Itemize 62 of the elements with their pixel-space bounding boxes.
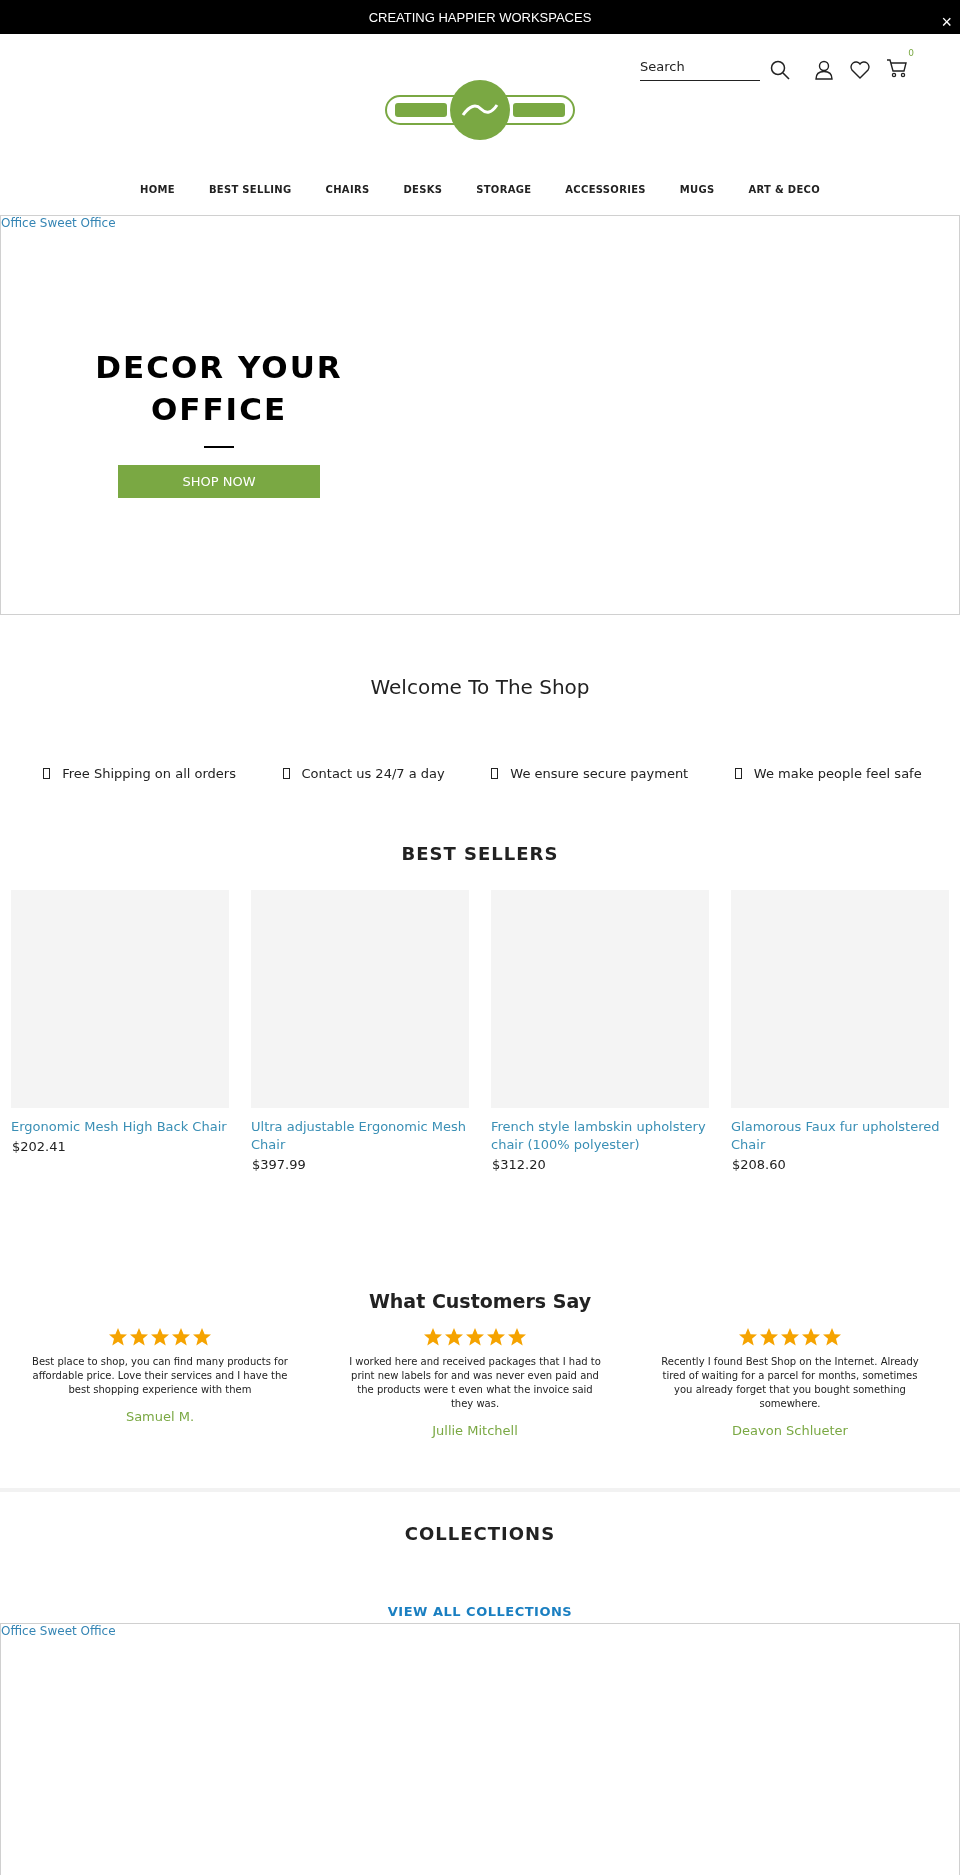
placeholder-glyph-icon xyxy=(282,768,290,779)
account-icon[interactable] xyxy=(814,60,834,80)
product-price: $202.41 xyxy=(11,1139,67,1154)
star-icon xyxy=(150,1327,170,1347)
star-icon xyxy=(822,1327,842,1347)
feature-text: Free Shipping on all orders xyxy=(62,766,236,781)
star-icon xyxy=(780,1327,800,1347)
placeholder-glyph-icon xyxy=(491,768,499,779)
product-name[interactable]: Ergonomic Mesh High Back Chair xyxy=(11,1118,229,1136)
search-field[interactable]: Search xyxy=(640,59,760,81)
star-icon xyxy=(801,1327,821,1347)
star-icon xyxy=(486,1327,506,1347)
star-icon xyxy=(108,1327,128,1347)
placeholder-glyph-icon xyxy=(734,768,742,779)
close-button[interactable]: × xyxy=(941,14,952,30)
review-text: Best place to shop, you can find many products for affordable price. Love their services and I have the best shopping experience with them xyxy=(31,1355,289,1397)
cart-count: 0 xyxy=(908,48,914,58)
view-all-link[interactable]: VIEW ALL COLLECTIONS xyxy=(0,1604,960,1619)
review-author: Deavon Schlueter xyxy=(732,1423,848,1438)
nav-link[interactable]: DESKS xyxy=(403,184,443,195)
feature-text: We make people feel safe xyxy=(753,766,922,781)
star-icon xyxy=(444,1327,464,1347)
announcement-text: CREATING HAPPIER WORKSPACES xyxy=(368,9,592,25)
star-icon xyxy=(738,1327,758,1347)
review-author: Jullie Mitchell xyxy=(432,1423,518,1438)
image-alt-link[interactable]: Office Sweet Office xyxy=(1,1624,116,1638)
product-name[interactable]: Ultra adjustable Ergonomic Mesh Chair xyxy=(251,1118,469,1154)
section-heading: BEST SELLERS xyxy=(400,843,560,864)
nav-link[interactable]: ART & DECO xyxy=(748,184,820,195)
section-heading: What Customers Say xyxy=(367,1290,593,1312)
nav-link[interactable]: HOME xyxy=(140,184,175,195)
product-price: $312.20 xyxy=(491,1157,547,1172)
review-author: Samuel M. xyxy=(125,1409,195,1424)
product-name[interactable]: French style lambskin upholstery chair (100% polyester) xyxy=(491,1118,709,1154)
nav-link[interactable]: MUGS xyxy=(679,184,715,195)
nav-link[interactable]: ACCESSORIES xyxy=(565,184,646,195)
hero-title: DECOR YOUR OFFICE xyxy=(94,348,344,429)
cart-icon[interactable] xyxy=(886,58,908,78)
star-icon xyxy=(759,1327,779,1347)
product-price: $208.60 xyxy=(731,1157,787,1172)
image-alt-link[interactable]: Office Sweet Office xyxy=(1,216,116,230)
feature-text: We ensure secure payment xyxy=(510,766,689,781)
product-price: $397.99 xyxy=(251,1157,307,1172)
star-icon xyxy=(423,1327,443,1347)
product-name[interactable]: Glamorous Faux fur upholstered Chair xyxy=(731,1118,949,1154)
star-icon xyxy=(507,1327,527,1347)
heart-icon[interactable] xyxy=(849,60,871,80)
feature-text: Contact us 24/7 a day xyxy=(301,766,445,781)
section-heading: COLLECTIONS xyxy=(403,1523,557,1544)
review-text: I worked here and received packages that I had to print new labels for and was never even paid and the products were t even what the invoice said they was. xyxy=(348,1355,602,1411)
search-icon[interactable] xyxy=(770,60,790,80)
review-text: Recently I found Best Shop on the Internet. Already tired of waiting for a parcel for months, sometimes you already forget that you bought something somewhere. xyxy=(660,1355,920,1411)
placeholder-glyph-icon xyxy=(43,768,51,779)
welcome-heading: Welcome To The Shop xyxy=(369,675,591,699)
nav-link[interactable]: CHAIRS xyxy=(325,184,370,195)
star-icon xyxy=(171,1327,191,1347)
nav-link[interactable]: STORAGE xyxy=(476,184,532,195)
star-icon xyxy=(129,1327,149,1347)
star-icon xyxy=(465,1327,485,1347)
logo-drawing[interactable] xyxy=(385,79,575,141)
star-icon xyxy=(192,1327,212,1347)
nav-link[interactable]: BEST SELLING xyxy=(208,184,292,195)
